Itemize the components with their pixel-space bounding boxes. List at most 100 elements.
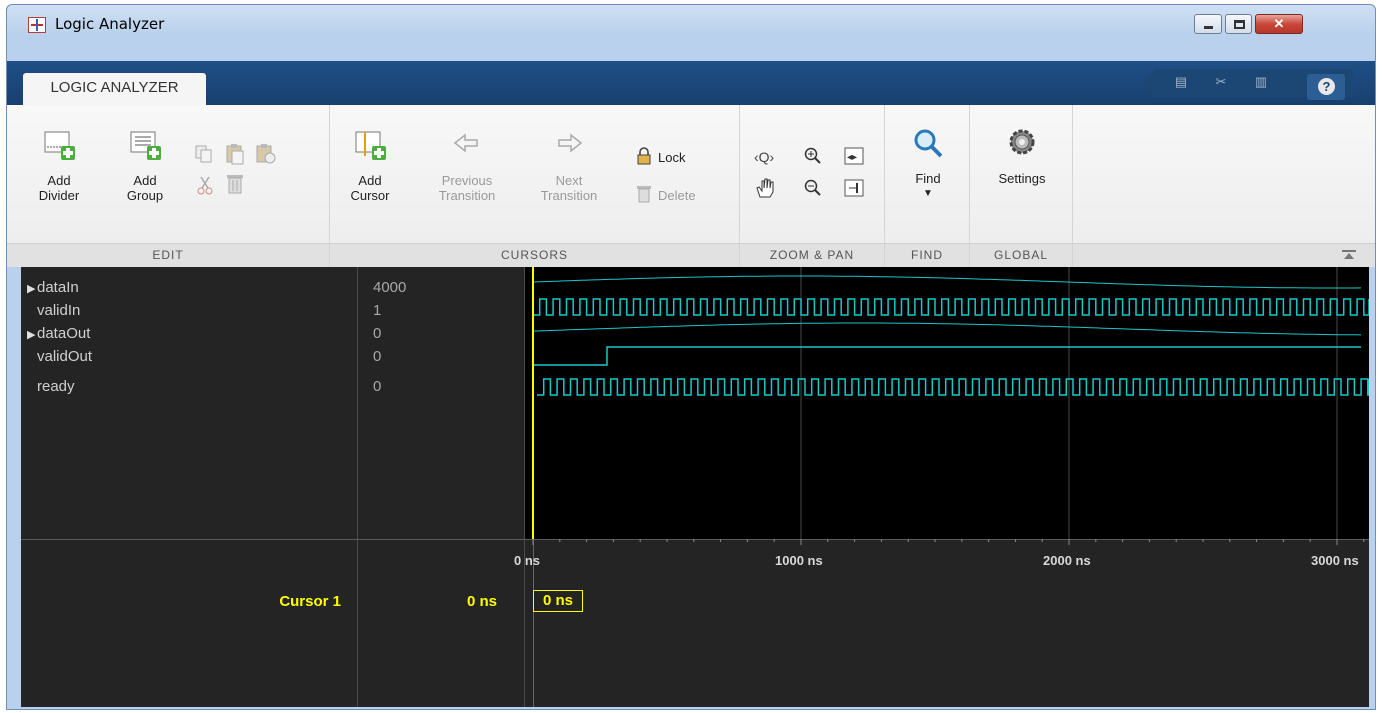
waveform-traces — [532, 267, 1369, 539]
title-bar: Logic Analyzer ✕ — [7, 5, 1375, 61]
paste-icon[interactable]: ▥ — [1253, 74, 1269, 92]
waveform-area: ▶ dataIn validIn ▶ dataOut validOut ready … — [21, 267, 1369, 707]
find-section-label: FIND — [885, 243, 969, 267]
signal-values-column: 4000 1 0 0 0 — [359, 267, 525, 707]
waveform-plot[interactable] — [525, 267, 1369, 539]
validin-trace — [533, 298, 1369, 316]
signal-value: 0 — [373, 348, 382, 365]
edit-section-label: EDIT — [7, 243, 329, 267]
copy-icon[interactable] — [195, 145, 213, 163]
signal-name: dataOut — [37, 325, 91, 342]
settings-button[interactable]: Settings — [984, 127, 1060, 186]
add-divider-button[interactable]: Add Divider — [33, 129, 85, 203]
ready-trace — [537, 378, 1369, 396]
collapse-toolstrip-icon[interactable] — [1342, 250, 1356, 260]
cursor-1-line[interactable] — [532, 267, 534, 539]
zoom-x-icon[interactable]: ‹Q› — [754, 149, 774, 165]
add-cursor-icon — [355, 131, 386, 160]
minimize-icon — [1204, 26, 1213, 29]
paste-replace-icon[interactable] — [255, 143, 277, 165]
svg-text:◂▸: ◂▸ — [847, 152, 857, 163]
signal-row-dataout[interactable]: ▶ dataOut — [27, 325, 90, 342]
signal-name: dataIn — [37, 279, 79, 296]
next-label-line1: Next — [555, 173, 583, 188]
tick-label-2000ns: 2000 ns — [1043, 553, 1091, 568]
global-section-label: GLOBAL — [970, 243, 1072, 267]
fit-to-view-icon[interactable]: ◂▸ — [844, 147, 864, 165]
add-group-button[interactable]: Add Group — [119, 129, 171, 203]
validout-trace — [533, 346, 1361, 366]
find-label: Find — [915, 171, 941, 186]
arrow-right-icon — [558, 133, 583, 153]
paste-icon[interactable] — [225, 143, 245, 165]
time-axis: 0 ns 1000 ns 2000 ns 3000 ns — [514, 539, 1369, 579]
copy-icon[interactable]: ▤ — [1173, 74, 1189, 92]
add-divider-icon — [44, 131, 75, 160]
signal-row-ready[interactable]: ready — [37, 378, 75, 395]
add-group-label-line1: Add — [133, 173, 157, 188]
signal-name: validOut — [37, 348, 93, 365]
zoom-in-icon[interactable] — [804, 147, 822, 165]
previous-label-line1: Previous — [441, 173, 493, 188]
pan-hand-icon[interactable] — [754, 177, 776, 199]
toolstrip: Add Divider Add Group EDIT Add Cursor Pr… — [7, 105, 1375, 267]
ribbon-tab-band: LOGIC ANALYZER ▤ ✂ ▥ ? — [7, 61, 1375, 105]
zoom-to-cursor-icon[interactable] — [844, 179, 864, 197]
dataout-trace — [532, 322, 1362, 336]
signal-name: ready — [37, 378, 75, 395]
help-icon: ? — [1318, 78, 1335, 95]
maximize-icon — [1234, 20, 1245, 29]
zoom-pan-section-label: ZOOM & PAN — [740, 243, 884, 267]
trash-icon — [637, 186, 651, 203]
delete-label: Delete — [658, 188, 696, 203]
cursors-section-label: CURSORS — [330, 243, 739, 267]
cursor-1-marker[interactable]: 0 ns — [533, 590, 583, 612]
zoom-out-icon[interactable] — [804, 179, 822, 197]
lock-label: Lock — [658, 150, 686, 165]
tick-label-3000ns: 3000 ns — [1311, 553, 1359, 568]
add-group-icon — [130, 131, 161, 160]
signal-value: 1 — [373, 302, 382, 319]
previous-transition-button[interactable]: Previous Transition — [422, 129, 512, 203]
magnifier-icon — [914, 129, 943, 158]
maximize-button[interactable] — [1225, 14, 1252, 34]
add-divider-label-line1: Add — [47, 173, 71, 188]
tick-label-1000ns: 1000 ns — [775, 553, 823, 568]
signal-name: validIn — [37, 302, 81, 319]
previous-label-line2: Transition — [438, 188, 496, 203]
expand-arrow-icon[interactable]: ▶ — [27, 328, 37, 341]
find-button[interactable]: Find ▼ — [903, 127, 953, 201]
add-group-label-line2: Group — [126, 188, 164, 203]
close-button[interactable]: ✕ — [1255, 14, 1303, 34]
add-cursor-label-line2: Cursor — [350, 188, 390, 203]
lock-button[interactable]: Lock — [636, 147, 716, 165]
lock-icon — [637, 147, 651, 165]
minimize-button[interactable] — [1194, 14, 1222, 34]
logic-analyzer-window: Logic Analyzer ✕ LOGIC ANALYZER ▤ ✂ ▥ ? … — [6, 4, 1376, 710]
cut-icon[interactable] — [197, 175, 213, 195]
signal-value: 0 — [373, 325, 382, 342]
signal-value: 0 — [373, 378, 382, 395]
tab-logic-analyzer[interactable]: LOGIC ANALYZER — [23, 73, 206, 105]
add-divider-label-line2: Divider — [38, 188, 80, 203]
help-button[interactable]: ? — [1307, 74, 1345, 100]
cursor-name-label[interactable]: Cursor 1 — [279, 593, 341, 610]
add-cursor-button[interactable]: Add Cursor — [344, 129, 396, 203]
cut-icon[interactable]: ✂ — [1213, 74, 1229, 92]
delete-cursor-button[interactable]: Delete — [636, 185, 726, 203]
delete-icon[interactable] — [225, 173, 245, 195]
dropdown-arrow-icon: ▼ — [923, 188, 933, 199]
signal-row-validout[interactable]: validOut — [37, 348, 92, 365]
datain-trace — [532, 275, 1362, 289]
signal-row-validin[interactable]: validIn — [37, 302, 80, 319]
window-title: Logic Analyzer — [55, 15, 165, 33]
tick-label-0ns: 0 ns — [514, 553, 541, 568]
signal-names-column: ▶ dataIn validIn ▶ dataOut validOut ready … — [21, 267, 358, 707]
add-cursor-label-line1: Add — [358, 173, 382, 188]
empty-section-footer — [1073, 243, 1375, 267]
expand-arrow-icon[interactable]: ▶ — [27, 282, 37, 295]
next-transition-button[interactable]: Next Transition — [524, 129, 614, 203]
signal-value: 4000 — [373, 279, 407, 296]
signal-row-datain[interactable]: ▶ dataIn — [27, 279, 79, 296]
arrow-left-icon — [453, 133, 478, 153]
